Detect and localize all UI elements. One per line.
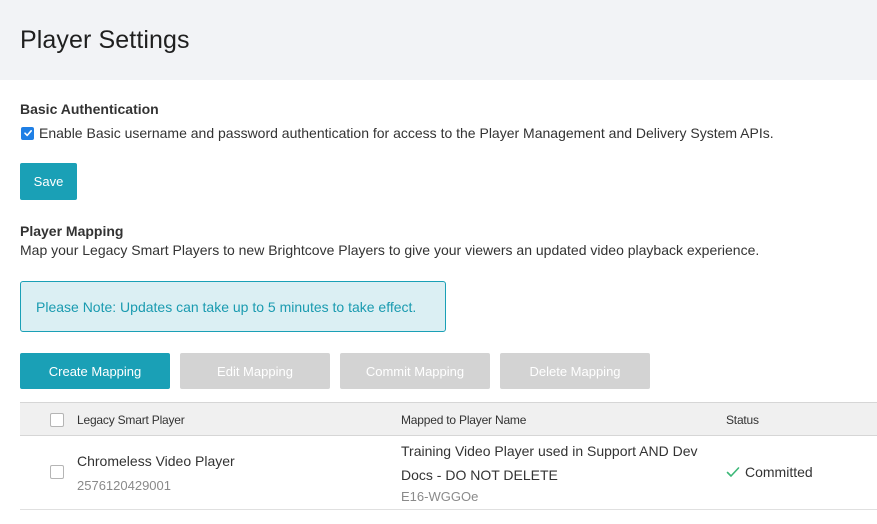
- basic-auth-option: Enable Basic username and password authe…: [21, 125, 774, 141]
- select-all-checkbox[interactable]: [50, 413, 64, 427]
- commit-mapping-button[interactable]: Commit Mapping: [340, 353, 490, 389]
- mapped-player-name: Training Video Player used in Support AN…: [401, 443, 698, 483]
- page-title: Player Settings: [20, 26, 190, 54]
- row-select-checkbox[interactable]: [50, 465, 64, 479]
- save-button[interactable]: Save: [20, 163, 77, 200]
- status-cell: Committed: [726, 464, 813, 480]
- legacy-player-name: Chromeless Video Player: [77, 453, 235, 469]
- mapping-table-header: Legacy Smart Player Mapped to Player Nam…: [20, 402, 877, 436]
- column-header-legacy-player[interactable]: Legacy Smart Player: [77, 413, 185, 427]
- create-mapping-button[interactable]: Create Mapping: [20, 353, 170, 389]
- mapped-player-id: E16-WGGOe: [401, 489, 479, 504]
- basic-auth-checkbox[interactable]: [21, 126, 34, 140]
- player-mapping-description: Map your Legacy Smart Players to new Bri…: [20, 242, 760, 258]
- check-icon: [726, 467, 740, 477]
- delete-mapping-button[interactable]: Delete Mapping: [500, 353, 650, 389]
- update-note-alert: Please Note: Updates can take up to 5 mi…: [20, 281, 446, 332]
- page-header: Player Settings: [0, 0, 877, 80]
- update-note-text: Please Note: Updates can take up to 5 mi…: [36, 298, 417, 315]
- column-header-mapped-player[interactable]: Mapped to Player Name: [401, 413, 526, 427]
- table-row[interactable]: Chromeless Video Player 2576120429001 Tr…: [20, 436, 877, 510]
- player-mapping-title: Player Mapping: [20, 223, 124, 239]
- column-header-status[interactable]: Status: [726, 413, 759, 427]
- legacy-player-id: 2576120429001: [77, 478, 171, 493]
- edit-mapping-button[interactable]: Edit Mapping: [180, 353, 330, 389]
- checkmark-icon: [23, 129, 32, 137]
- basic-auth-checkbox-label[interactable]: Enable Basic username and password authe…: [39, 125, 774, 141]
- basic-auth-title: Basic Authentication: [20, 101, 159, 117]
- status-text: Committed: [745, 464, 813, 480]
